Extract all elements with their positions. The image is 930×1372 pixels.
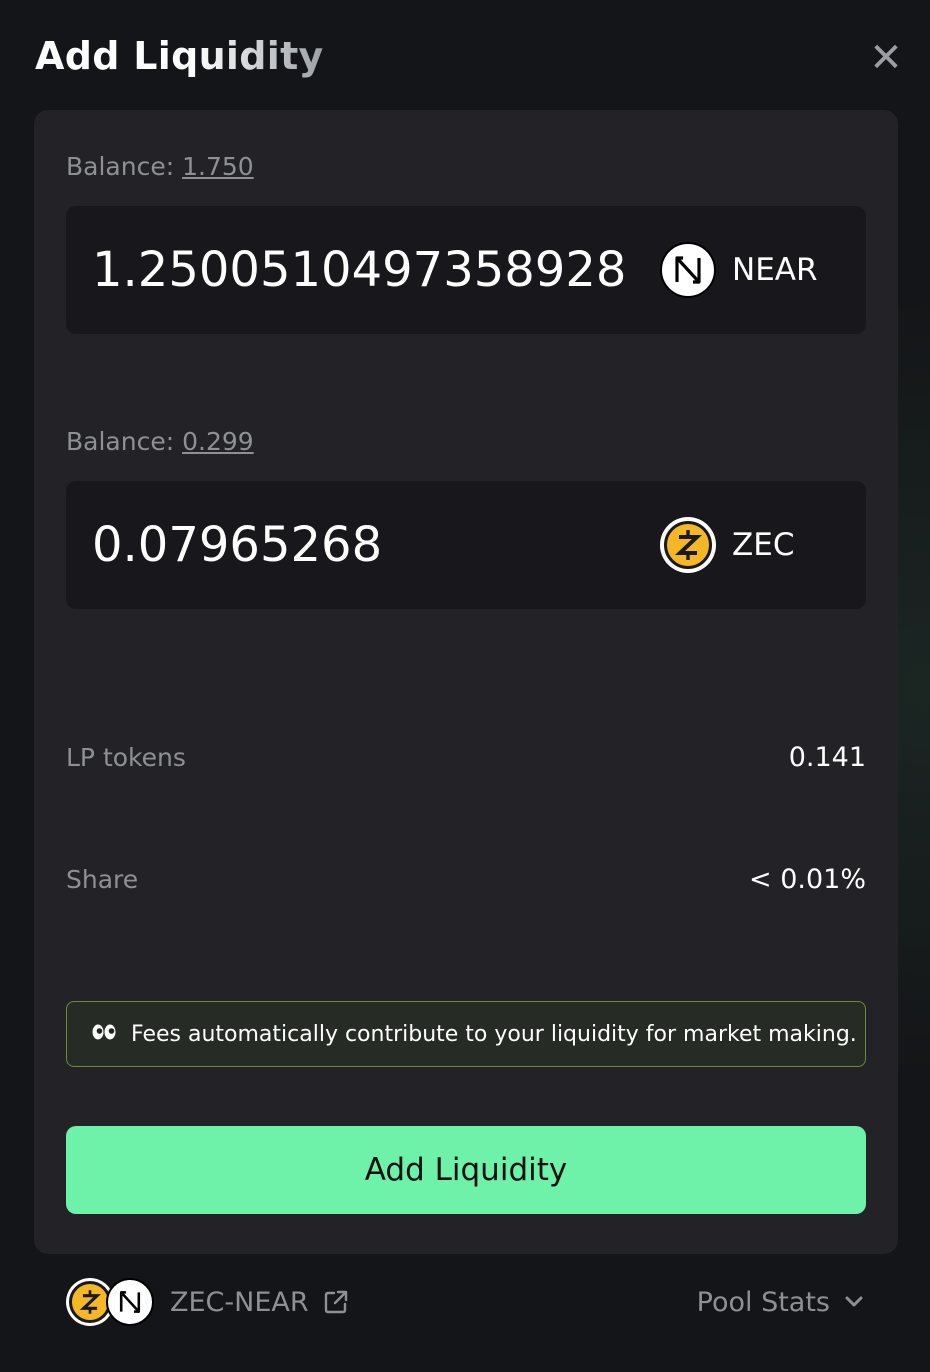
eyes-emoji-icon — [91, 1022, 117, 1047]
token-a-amount-input[interactable]: 1.2500510497358928 — [92, 206, 652, 334]
add-liquidity-modal: Add Liquidity ✕ Balance: 1.750 1.2500510… — [0, 0, 930, 1372]
token-a-balance-label: Balance: — [66, 152, 175, 181]
token-b-input-box: 0.07965268 ZEC — [66, 481, 866, 609]
share-value: < 0.01% — [749, 864, 866, 895]
token-b-symbol: ZEC — [732, 527, 795, 563]
token-a-input-box: 1.2500510497358928 NEAR — [66, 206, 866, 334]
near-logo-icon — [106, 1278, 154, 1326]
pool-stats-toggle[interactable]: Pool Stats — [697, 1278, 864, 1326]
token-a-symbol: NEAR — [732, 252, 818, 288]
chevron-down-icon — [845, 1296, 863, 1307]
zec-logo-icon — [660, 517, 716, 573]
pair-link[interactable]: ZEC-NEAR — [66, 1278, 349, 1326]
liquidity-card: Balance: 1.750 1.2500510497358928 NEAR B… — [34, 110, 898, 1254]
fees-notice: Fees automatically contribute to your li… — [66, 1001, 866, 1067]
external-link-icon — [324, 1290, 347, 1314]
add-liquidity-button[interactable]: Add Liquidity — [66, 1126, 866, 1214]
token-b-balance-label: Balance: — [66, 427, 175, 456]
token-a-balance: Balance: 1.750 — [66, 152, 254, 181]
token-b-balance: Balance: 0.299 — [66, 427, 254, 456]
pool-stats-label: Pool Stats — [696, 1286, 830, 1318]
lp-tokens-label: LP tokens — [66, 743, 186, 772]
fees-notice-text: Fees automatically contribute to your li… — [131, 1021, 857, 1047]
pair-icons — [66, 1278, 156, 1326]
modal-title: Add Liquidity — [35, 34, 324, 78]
token-a-balance-value[interactable]: 1.750 — [182, 152, 254, 181]
token-b-amount-input[interactable]: 0.07965268 — [92, 481, 652, 609]
token-b-balance-value[interactable]: 0.299 — [182, 427, 254, 456]
token-a-selector[interactable]: NEAR — [660, 242, 818, 298]
lp-tokens-value: 0.141 — [788, 742, 866, 773]
share-label: Share — [66, 865, 139, 894]
token-b-selector[interactable]: ZEC — [660, 517, 794, 573]
near-logo-icon — [660, 242, 716, 298]
close-icon[interactable]: ✕ — [868, 38, 904, 78]
pair-name: ZEC-NEAR — [170, 1286, 309, 1318]
